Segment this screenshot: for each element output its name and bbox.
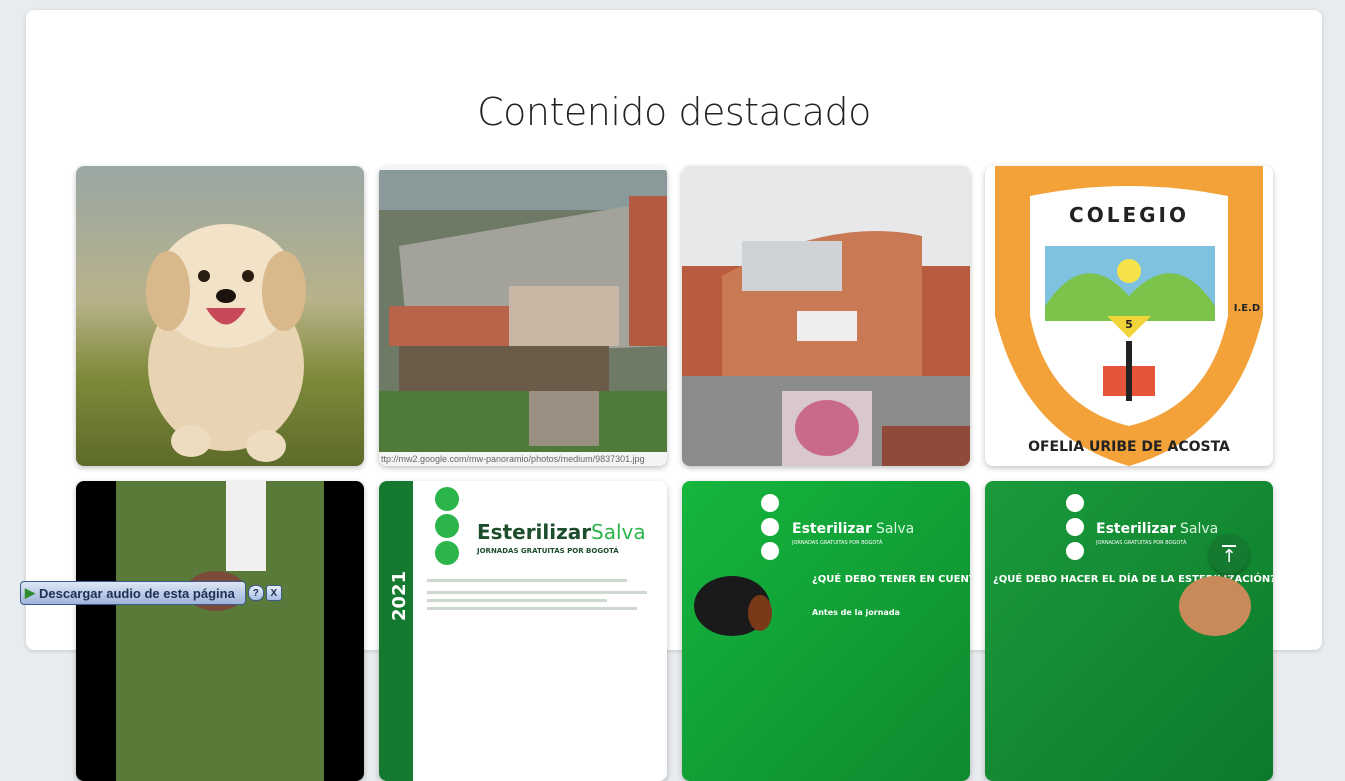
- building-image: [682, 166, 970, 466]
- green1-brand-bold: Esterilizar: [792, 521, 872, 537]
- scroll-top-bar: [1222, 545, 1236, 547]
- crest-arc-text: OFELIA URIBE DE ACOSTA: [1028, 439, 1230, 455]
- download-audio-button[interactable]: ▶ Descargar audio de esta página: [20, 581, 246, 605]
- doc-subtitle: JORNADAS GRATUITAS POR BOGOTÁ: [476, 546, 619, 555]
- download-audio-label: Descargar audio de esta página: [39, 585, 235, 601]
- courtyard-image: ttp://mw2.google.com/mw-panoramio/photos…: [379, 166, 667, 466]
- green2-brand-bold: Esterilizar: [1096, 521, 1176, 537]
- green1-brand-light: Salva: [876, 521, 914, 537]
- crest-image: 5 COLEGIO OFELIA URIBE DE ACOSTA I.E.D: [985, 166, 1273, 466]
- doc-brand-light: Salva: [591, 520, 646, 544]
- green2-subtitle: JORNADAS GRATUITAS POR BOGOTÁ: [1095, 539, 1187, 546]
- help-icon[interactable]: ?: [247, 585, 264, 601]
- section-title: Contenido destacado: [477, 90, 871, 134]
- green2-brand-light: Salva: [1180, 521, 1218, 537]
- esterilizar-doc-image: 2021 Esterilizar Salva JORNADAS GRATUITA…: [379, 481, 667, 781]
- arrow-up-icon: ↑: [1221, 546, 1237, 567]
- scroll-to-top-button[interactable]: ↑: [1209, 534, 1249, 574]
- card-esterilizar-doc[interactable]: 2021 Esterilizar Salva JORNADAS GRATUITA…: [379, 481, 667, 781]
- card-esterilizar-green-2[interactable]: Esterilizar Salva JORNADAS GRATUITAS POR…: [985, 481, 1273, 781]
- audio-toolbar: ▶ Descargar audio de esta página ? X: [20, 581, 282, 605]
- close-icon[interactable]: X: [265, 585, 282, 601]
- green1-note: Antes de la jornada: [812, 608, 900, 617]
- doc-brand-bold: Esterilizar: [477, 520, 591, 544]
- esterilizar-green-1-image: Esterilizar Salva JORNADAS GRATUITAS POR…: [682, 481, 970, 781]
- pet-food-image: [76, 481, 364, 781]
- green1-question: ¿QUÉ DEBO TENER EN CUENTA PARA EL PROCED…: [812, 572, 970, 585]
- play-icon: ▶: [25, 585, 35, 600]
- green1-subtitle: JORNADAS GRATUITAS POR BOGOTÁ: [791, 539, 883, 546]
- courtyard-caption: ttp://mw2.google.com/mw-panoramio/photos…: [381, 454, 645, 464]
- card-school-building[interactable]: [682, 166, 970, 466]
- card-school-crest[interactable]: 5 COLEGIO OFELIA URIBE DE ACOSTA I.E.D: [985, 166, 1273, 466]
- esterilizar-green-2-image: Esterilizar Salva JORNADAS GRATUITAS POR…: [985, 481, 1273, 781]
- doc-year: 2021: [389, 571, 410, 621]
- card-puppy[interactable]: [76, 166, 364, 466]
- crest-number: 5: [1125, 318, 1133, 331]
- card-esterilizar-green-1[interactable]: Esterilizar Salva JORNADAS GRATUITAS POR…: [682, 481, 970, 781]
- card-pet-food[interactable]: [76, 481, 364, 781]
- crest-top-text: COLEGIO: [1069, 203, 1189, 227]
- puppy-image: [76, 166, 364, 466]
- card-school-courtyard[interactable]: ttp://mw2.google.com/mw-panoramio/photos…: [379, 166, 667, 466]
- crest-side-text: I.E.D: [1234, 303, 1260, 314]
